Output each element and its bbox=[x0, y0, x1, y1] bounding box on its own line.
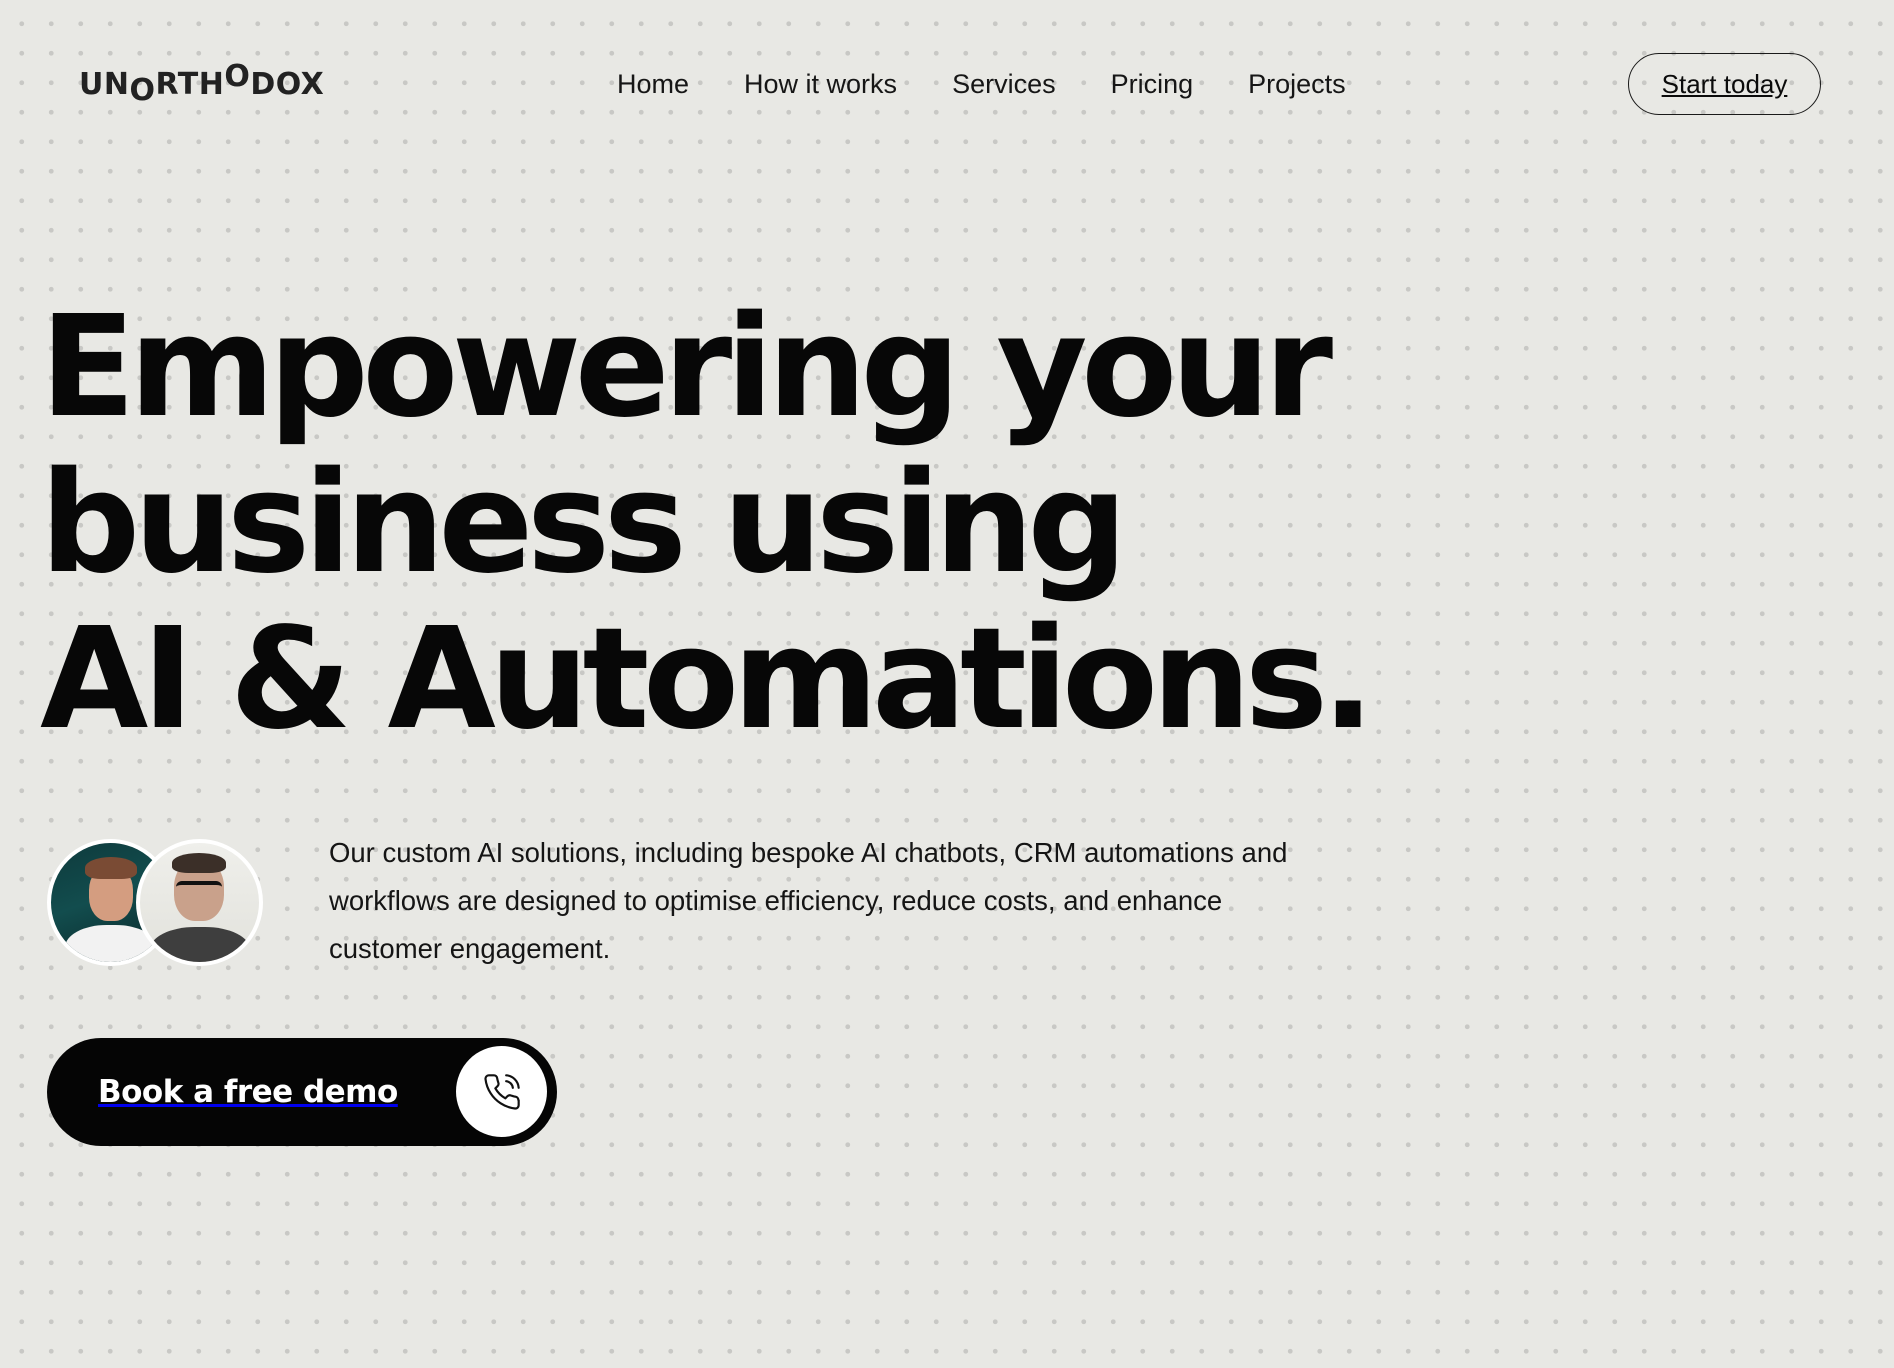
hero-title: Empowering your business using AI & Auto… bbox=[40, 286, 1375, 761]
brand-logo[interactable]: UN O RTH O DOX bbox=[79, 59, 325, 108]
logo-part: O bbox=[224, 58, 251, 94]
main-nav: Home How it works Services Pricing Proje… bbox=[617, 64, 1346, 104]
book-demo-button[interactable]: Book a free demo bbox=[47, 1038, 557, 1146]
nav-link-home[interactable]: Home bbox=[617, 69, 689, 100]
logo-part: UN bbox=[79, 66, 130, 102]
phone-ringing-icon bbox=[456, 1046, 547, 1137]
hero-title-line: AI & Automations. bbox=[40, 598, 1375, 761]
nav-link-services[interactable]: Services bbox=[952, 69, 1056, 100]
logo-part: DOX bbox=[250, 66, 325, 102]
nav-link-how-it-works[interactable]: How it works bbox=[744, 69, 897, 100]
book-demo-label: Book a free demo bbox=[98, 1074, 398, 1110]
team-avatars bbox=[47, 839, 263, 966]
nav-link-pricing[interactable]: Pricing bbox=[1111, 69, 1194, 100]
site-header: UN O RTH O DOX Home How it works Service… bbox=[0, 0, 1894, 168]
logo-part: O bbox=[129, 72, 156, 108]
hero-title-line: Empowering your bbox=[40, 286, 1333, 449]
avatar bbox=[136, 839, 263, 966]
logo-part: RTH bbox=[155, 66, 225, 102]
hero-title-line: business using bbox=[40, 442, 1128, 605]
nav-link-projects[interactable]: Projects bbox=[1248, 69, 1346, 100]
hero-description: Our custom AI solutions, including bespo… bbox=[329, 837, 1288, 964]
start-today-button[interactable]: Start today bbox=[1628, 53, 1821, 115]
